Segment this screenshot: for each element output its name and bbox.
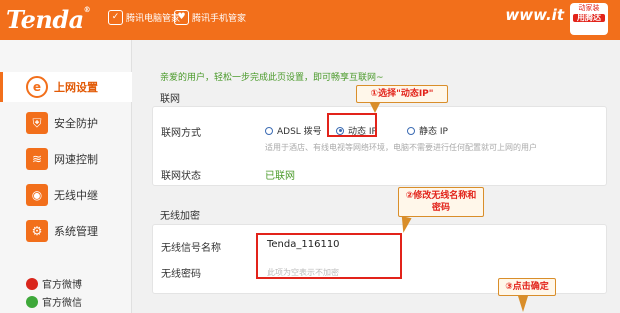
radio-static-ip[interactable]: 静态 IP	[407, 124, 448, 137]
logo-text: Tenda	[6, 5, 84, 34]
official-weibo-link[interactable]: 官方微博	[26, 276, 82, 291]
shield-icon: ⛨	[26, 112, 48, 134]
sidebar-item-internet-settings[interactable]: e 上网设置	[0, 72, 132, 102]
sidebar-item-label: 系统管理	[54, 225, 98, 238]
wechat-icon	[26, 295, 38, 308]
step3-arrow	[518, 296, 528, 312]
partner-phone-manager: ♥ 腾讯手机管家	[174, 10, 246, 25]
conn-type-label: 联网方式	[161, 128, 201, 139]
tenda-logo: Tenda®	[6, 5, 91, 34]
badge-main-text: 用腾达	[573, 13, 605, 23]
sidebar-item-system-management[interactable]: ⚙ 系统管理	[0, 216, 132, 246]
top-header: Tenda® ✓ 腾讯电脑管家 ♥ 腾讯手机管家 www.it 动家装 用腾达	[0, 0, 620, 40]
partner-phone-manager-label: 腾讯手机管家	[192, 14, 247, 24]
official-wechat-link[interactable]: 官方微信	[26, 294, 82, 309]
step3-callout: ③点击确定	[498, 278, 556, 296]
official-wechat-label: 官方微信	[42, 298, 82, 309]
radio-static-ip-label: 静态 IP	[419, 127, 448, 137]
step1-arrow	[370, 103, 380, 113]
sidebar-item-wireless-relay[interactable]: ◉ 无线中继	[0, 180, 132, 210]
badge-top-text: 动家装	[578, 4, 600, 12]
radio-adsl-label: ADSL 拨号	[277, 127, 322, 137]
radio-adsl[interactable]: ADSL 拨号	[265, 124, 322, 137]
sidebar-item-label: 安全防护	[54, 117, 98, 130]
gear-icon: ⚙	[26, 220, 48, 242]
sidebar-item-speed-control[interactable]: ≋ 网速控制	[0, 144, 132, 174]
radio-dot	[265, 126, 273, 135]
wireless-section-title: 无线加密	[160, 211, 200, 222]
wireless-fields-highlight	[256, 233, 402, 279]
brand-badge: 动家装 用腾达	[570, 3, 608, 35]
sidebar-item-label: 上网设置	[54, 81, 98, 94]
official-weibo-label: 官方微博	[42, 280, 82, 291]
internet-icon: e	[26, 76, 48, 98]
conn-type-hint: 适用于酒店、有线电视等网络环境，电脑不需要进行任何配置就可上网的用户	[265, 143, 537, 152]
wireless-relay-icon: ◉	[26, 184, 48, 206]
shield-icon: ✓	[108, 10, 123, 25]
partner-pc-manager: ✓ 腾讯电脑管家	[108, 10, 180, 25]
registered-mark: ®	[83, 5, 91, 14]
partner-pc-manager-label: 腾讯电脑管家	[126, 14, 181, 24]
welcome-message: 亲爱的用户，轻松一步完成此页设置，即可畅享互联网~	[160, 73, 384, 83]
dynamic-ip-highlight	[327, 113, 377, 137]
sidebar: e 上网设置 ⛨ 安全防护 ≋ 网速控制 ◉ 无线中继 ⚙ 系统管理 官方微博 …	[0, 40, 132, 313]
network-section-title: 联网	[160, 94, 180, 105]
weibo-icon	[26, 277, 38, 290]
step2-callout: ②修改无线名称和密码	[398, 187, 484, 217]
ssid-label: 无线信号名称	[161, 243, 221, 254]
password-label: 无线密码	[161, 269, 201, 280]
step1-callout: ①选择"动态IP"	[356, 85, 448, 103]
sidebar-item-security[interactable]: ⛨ 安全防护	[0, 108, 132, 138]
radio-dot	[407, 126, 415, 135]
site-watermark: www.it	[505, 6, 564, 24]
heart-shield-icon: ♥	[174, 10, 189, 25]
sidebar-item-label: 无线中继	[54, 189, 98, 202]
conn-status-value: 已联网	[265, 171, 295, 182]
sidebar-item-label: 网速控制	[54, 153, 98, 166]
network-panel: 联网方式 ADSL 拨号 动态 IP 静态 IP 适用于酒店、有线电视等网络环境…	[152, 106, 607, 186]
conn-status-label: 联网状态	[161, 171, 201, 182]
speed-icon: ≋	[26, 148, 48, 170]
